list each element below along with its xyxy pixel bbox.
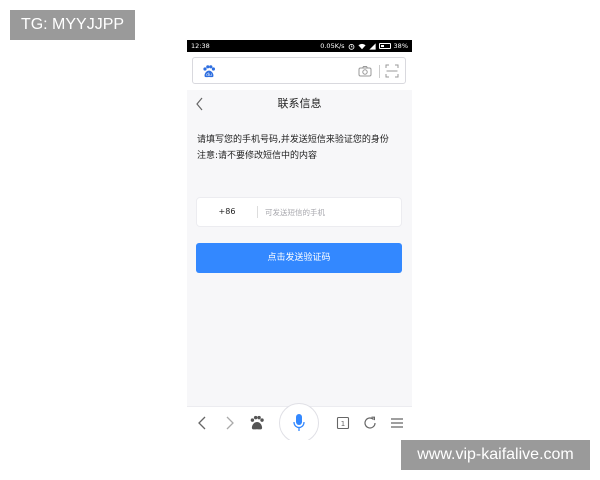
tabs-icon: 1 [336,416,350,430]
wifi-icon [357,43,366,49]
network-speed: 0.05K/s [320,42,345,50]
alarm-icon [348,43,354,50]
watermark-bottom: www.vip-kaifalive.com [401,440,590,470]
battery-icon [378,43,391,49]
chevron-left-icon[interactable] [195,97,205,111]
battery-fill [380,45,384,47]
microphone-icon [293,414,305,431]
baidu-paw-icon[interactable] [249,415,265,431]
search-separator [379,65,380,78]
tab-count: 1 [341,420,345,428]
bottom-toolbar: 1 [187,403,412,440]
phone-screen: 12:38 0.05K/s 38% du 联系信息 请填写您的手机号码,并发送短… [187,40,412,440]
status-time: 12:38 [191,42,210,50]
signal-icon [368,42,376,50]
country-code-separator [257,206,258,218]
search-area: du [187,52,412,90]
status-bar: 12:38 0.05K/s 38% [187,40,412,52]
search-bar[interactable]: du [192,57,406,84]
page-title: 联系信息 [277,97,322,110]
baidu-paw-icon[interactable]: du [202,65,216,78]
phone-field: +86 [196,197,402,227]
battery-percent: 38% [393,42,408,50]
description: 请填写您的手机号码,并发送短信来验证您的身份 注意:请不要修改短信中的内容 [197,132,402,164]
phone-input[interactable] [265,202,395,222]
menu-icon[interactable] [389,415,405,431]
refresh-icon[interactable] [362,415,378,431]
description-line-2: 注意:请不要修改短信中的内容 [197,151,318,161]
status-right: 0.05K/s 38% [320,40,408,52]
description-line-1: 请填写您的手机号码,并发送短信来验证您的身份 [197,135,389,145]
tabs-button[interactable]: 1 [335,415,351,431]
watermark-top: TG: MYYJJPP [10,10,135,40]
voice-search-button[interactable] [279,403,319,440]
send-code-button[interactable]: 点击发送验证码 [196,243,402,273]
chevron-right-icon[interactable] [221,415,237,431]
svg-text:du: du [206,72,212,78]
chevron-left-icon[interactable] [195,415,211,431]
title-bar: 联系信息 [187,90,412,120]
camera-icon[interactable] [358,64,372,78]
scan-icon[interactable] [385,64,399,78]
country-code[interactable]: +86 [197,198,257,226]
